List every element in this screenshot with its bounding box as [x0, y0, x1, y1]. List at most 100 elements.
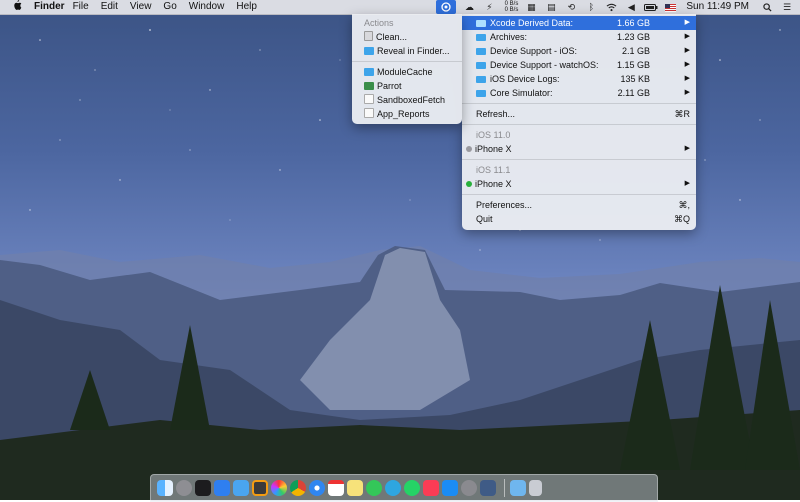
item-label: Core Simulator:	[490, 88, 553, 98]
calendar-icon[interactable]	[328, 480, 344, 496]
downloads-icon[interactable]	[510, 480, 526, 496]
submenu-item-modulecache[interactable]: ModuleCache	[352, 65, 462, 79]
volume-icon[interactable]: ◀	[624, 0, 638, 14]
folder-label: ModuleCache	[377, 67, 433, 77]
menu-separator	[352, 61, 462, 62]
settings-icon[interactable]	[461, 480, 477, 496]
time-machine-icon[interactable]: ⟲	[564, 0, 578, 14]
document-icon	[364, 94, 374, 104]
whatsapp-icon[interactable]	[404, 480, 420, 496]
folder-label: App_Reports	[377, 109, 430, 119]
item-label: Device Support - iOS:	[490, 46, 578, 56]
derived-data-submenu: Actions Clean... Reveal in Finder... Mod…	[352, 14, 462, 124]
menu-help[interactable]: Help	[236, 0, 257, 14]
folder-icon	[476, 90, 486, 97]
menu-item-ios-device-logs[interactable]: iOS Device Logs: 135 KB ▶	[462, 72, 696, 86]
finder-icon	[364, 47, 374, 55]
chrome-icon[interactable]	[290, 480, 306, 496]
folder-icon[interactable]	[233, 480, 249, 496]
menu-item-iphone-x-ios-11-0[interactable]: iPhone X ▶	[462, 142, 696, 156]
menu-item-core-simulator[interactable]: Core Simulator: 2.11 GB ▶	[462, 86, 696, 100]
submenu-arrow-icon: ▶	[684, 75, 690, 82]
menu-view[interactable]: View	[130, 0, 152, 14]
photos-icon[interactable]	[271, 480, 287, 496]
menu-separator	[462, 124, 696, 125]
quit-label: Quit	[476, 214, 493, 224]
clean-label: Clean...	[376, 32, 408, 42]
submenu-arrow-icon: ▶	[684, 180, 690, 187]
menu-file[interactable]: File	[73, 0, 89, 14]
menu-item-refresh[interactable]: Refresh... ⌘R	[462, 107, 696, 121]
sublime-icon[interactable]	[252, 480, 268, 496]
status-dot-gray	[466, 146, 472, 152]
cleaner-app-icon[interactable]	[436, 0, 457, 14]
refresh-shortcut: ⌘R	[674, 109, 691, 119]
folder-label: Parrot	[377, 81, 402, 91]
battery-stats-icon[interactable]: ▦	[524, 0, 538, 14]
reveal-label: Reveal in Finder...	[377, 46, 450, 56]
status-area: ☁ ⚡ 0 B/s 0 B/s ▦ ▤ ⟲ ᛒ ◀ Sun 11:49 PM ☰	[433, 0, 800, 14]
menu-item-device-support-ios[interactable]: Device Support - iOS: 2.1 GB ▶	[462, 44, 696, 58]
terminal-icon[interactable]	[195, 480, 211, 496]
download-speed: 0 B/s	[504, 7, 519, 13]
menu-go[interactable]: Go	[163, 0, 176, 14]
us-flag-icon[interactable]	[665, 3, 677, 12]
trash-icon[interactable]	[529, 480, 542, 496]
submenu-item-sandboxedfetch[interactable]: SandboxedFetch	[352, 93, 462, 107]
menu-separator	[462, 159, 696, 160]
folder-icon	[476, 48, 486, 55]
app-icon[interactable]	[480, 480, 496, 496]
submenu-arrow-icon: ▶	[684, 33, 690, 40]
cloud-icon[interactable]: ☁	[462, 0, 476, 14]
menu-item-archives[interactable]: Archives: 1.23 GB ▶	[462, 30, 696, 44]
notification-center-icon[interactable]: ☰	[780, 0, 794, 14]
keyboard-icon[interactable]: ▤	[544, 0, 558, 14]
network-speed: 0 B/s 0 B/s	[502, 1, 519, 13]
battery-icon[interactable]	[644, 0, 658, 14]
trash-icon	[364, 31, 373, 41]
telegram-icon[interactable]	[385, 480, 401, 496]
spotlight-search-icon[interactable]	[760, 0, 774, 14]
actions-header: Actions	[364, 18, 394, 28]
submenu-arrow-icon: ▶	[684, 89, 690, 96]
menu-item-device-support-watchos[interactable]: Device Support - watchOS: 1.15 GB ▶	[462, 58, 696, 72]
menu-item-xcode-derived-data[interactable]: Xcode Derived Data: 1.66 GB ▶	[462, 16, 696, 30]
item-label: iOS Device Logs:	[490, 74, 560, 84]
bluetooth-icon[interactable]: ᛒ	[584, 0, 598, 14]
submenu-item-parrot[interactable]: Parrot	[352, 79, 462, 93]
folder-icon	[476, 62, 486, 69]
appstore-icon[interactable]	[442, 480, 458, 496]
folder-icon	[476, 20, 486, 27]
item-label: Xcode Derived Data:	[490, 18, 574, 28]
app-name-menu[interactable]: Finder	[34, 0, 65, 14]
finder-icon[interactable]	[157, 480, 173, 496]
parrot-app-icon	[364, 82, 374, 90]
activity-icon[interactable]: ⚡	[482, 0, 496, 14]
launchpad-icon[interactable]	[176, 480, 192, 496]
menu-item-iphone-x-ios-11-1[interactable]: iPhone X ▶	[462, 177, 696, 191]
item-size: 2.11 GB	[617, 88, 650, 98]
submenu-arrow-icon: ▶	[684, 47, 690, 54]
apple-menu-icon[interactable]	[8, 0, 26, 14]
wifi-icon[interactable]	[604, 0, 618, 14]
ios-11-1-header: iOS 11.1	[476, 165, 511, 175]
xcode-icon[interactable]	[214, 480, 230, 496]
menu-item-quit[interactable]: Quit ⌘Q	[462, 212, 696, 226]
menu-item-preferences[interactable]: Preferences... ⌘,	[462, 198, 696, 212]
notes-icon[interactable]	[347, 480, 363, 496]
menu-separator	[462, 103, 696, 104]
safari-icon[interactable]	[309, 480, 325, 496]
submenu-item-reveal-in-finder[interactable]: Reveal in Finder...	[352, 44, 462, 58]
item-size: 2.1 GB	[621, 46, 650, 56]
item-label: Archives:	[490, 32, 528, 42]
submenu-item-app-reports[interactable]: App_Reports	[352, 107, 462, 121]
submenu-arrow-icon: ▶	[684, 61, 690, 68]
preferences-shortcut: ⌘,	[678, 200, 690, 210]
music-icon[interactable]	[423, 480, 439, 496]
submenu-item-clean[interactable]: Clean...	[352, 30, 462, 44]
menu-edit[interactable]: Edit	[101, 0, 118, 14]
menu-window[interactable]: Window	[189, 0, 225, 14]
messages-icon[interactable]	[366, 480, 382, 496]
clock[interactable]: Sun 11:49 PM	[686, 0, 749, 14]
dock	[150, 474, 658, 502]
